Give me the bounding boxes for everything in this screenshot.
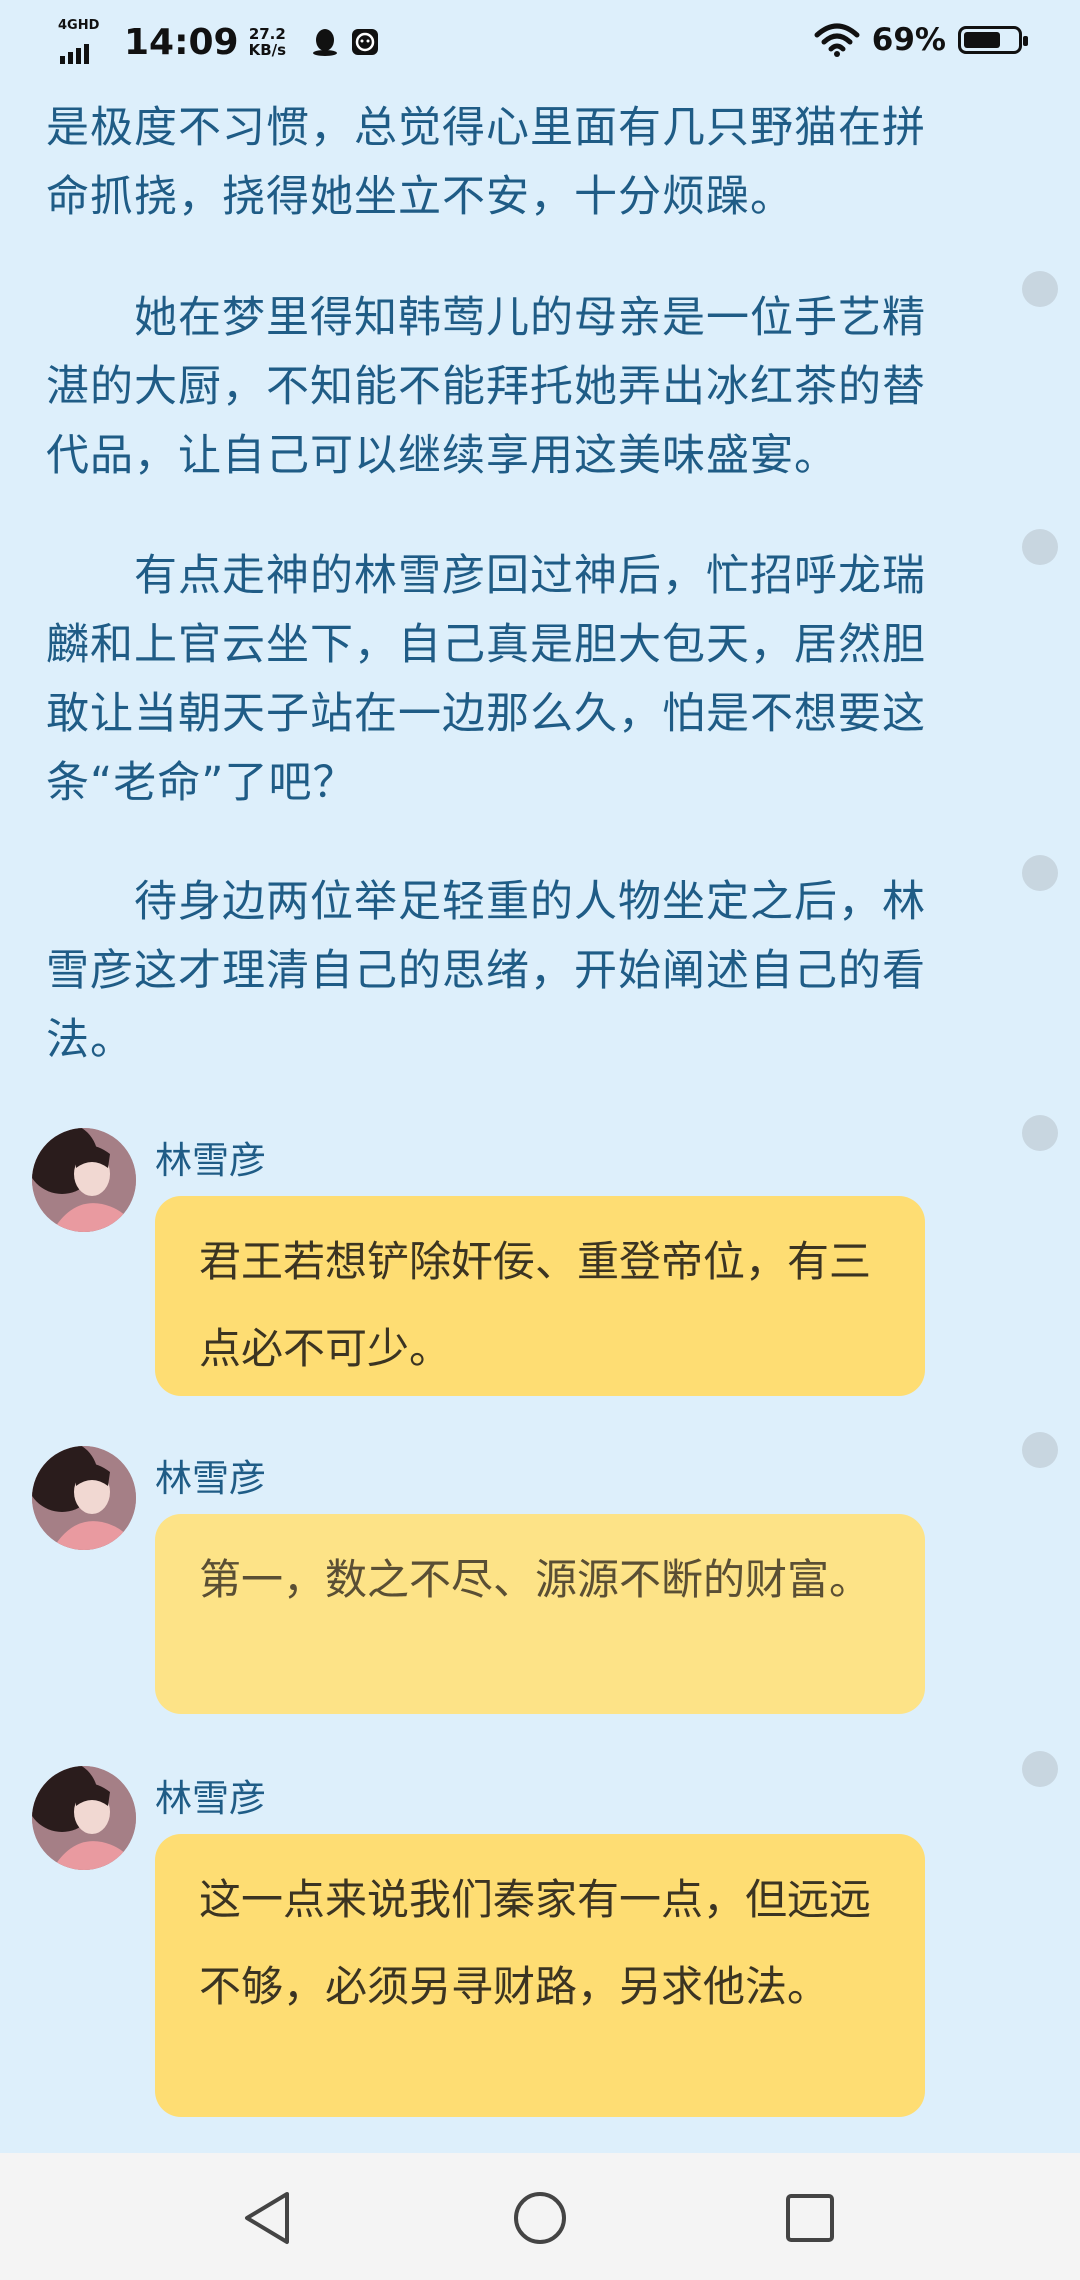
speaker-name: 林雪彦 [155, 1777, 266, 1820]
story-paragraph: 有点走神的林雪彦回过神后，忙招呼龙瑞麟和上官云坐下，自己真是胆大包天，居然胆敢让… [46, 551, 926, 808]
navigation-bar [0, 2153, 1080, 2280]
chat-bubble[interactable]: 第一，数之不尽、源源不断的财富。 [155, 1514, 925, 1714]
battery-icon [958, 26, 1028, 54]
home-button[interactable] [505, 2183, 575, 2253]
paragraph-comment-dot[interactable] [1022, 855, 1058, 891]
story-paragraph: 待身边两位举足轻重的人物坐定之后，林雪彦这才理清自己的思绪，开始阐述自己的看法。 [46, 877, 926, 1065]
avatar-portrait-icon [32, 1766, 136, 1870]
home-icon [514, 2192, 566, 2244]
story-paragraph: 是极度不习惯，总觉得心里面有几只野猫在拼命抓挠，挠得她坐立不安，十分烦躁。 [46, 103, 926, 222]
clock: 14:09 [124, 21, 239, 63]
network-type: 4GHD [58, 18, 100, 33]
status-bar: 4GHD 14:09 27.2 KB/s 69% [0, 0, 1080, 84]
chat-bubble[interactable]: 君王若想铲除奸佞、重登帝位，有三点必不可少。 [155, 1196, 925, 1396]
speaker-name: 林雪彦 [155, 1457, 266, 1500]
status-left: 4GHD 14:09 27.2 KB/s [58, 18, 380, 64]
avatar-portrait-icon [32, 1128, 136, 1232]
qq-icon [313, 29, 338, 56]
avatar[interactable] [32, 1446, 136, 1550]
message-comment-dot[interactable] [1022, 1115, 1058, 1151]
battery-level [964, 32, 1000, 48]
avatar[interactable] [32, 1128, 136, 1232]
back-icon [245, 2192, 289, 2244]
chat-bubble[interactable]: 这一点来说我们秦家有一点，但远远不够，必须另寻财路，另求他法。 [155, 1834, 925, 2117]
wifi-icon [814, 23, 860, 57]
signal-indicator: 4GHD [58, 18, 106, 64]
speaker-name: 林雪彦 [155, 1139, 266, 1182]
paragraph-comment-dot[interactable] [1022, 529, 1058, 565]
message-comment-dot[interactable] [1022, 1432, 1058, 1468]
signal-icon [60, 44, 89, 64]
paragraph-comment-dot[interactable] [1022, 271, 1058, 307]
network-speed: 27.2 KB/s [249, 26, 286, 58]
sticker-icon [352, 29, 379, 55]
back-button[interactable] [232, 2183, 302, 2253]
recents-icon [786, 2194, 834, 2242]
speed-value: 27.2 [248, 25, 286, 43]
message-comment-dot[interactable] [1022, 1751, 1058, 1787]
battery-percent: 69% [871, 22, 946, 58]
speed-unit: KB/s [248, 41, 287, 59]
avatar[interactable] [32, 1766, 136, 1870]
avatar-portrait-icon [32, 1446, 136, 1550]
recents-button[interactable] [775, 2183, 845, 2253]
story-paragraph: 她在梦里得知韩莺儿的母亲是一位手艺精湛的大厨，不知能不能拜托她弄出冰红茶的替代品… [46, 293, 926, 481]
status-right: 69% [814, 22, 1028, 58]
